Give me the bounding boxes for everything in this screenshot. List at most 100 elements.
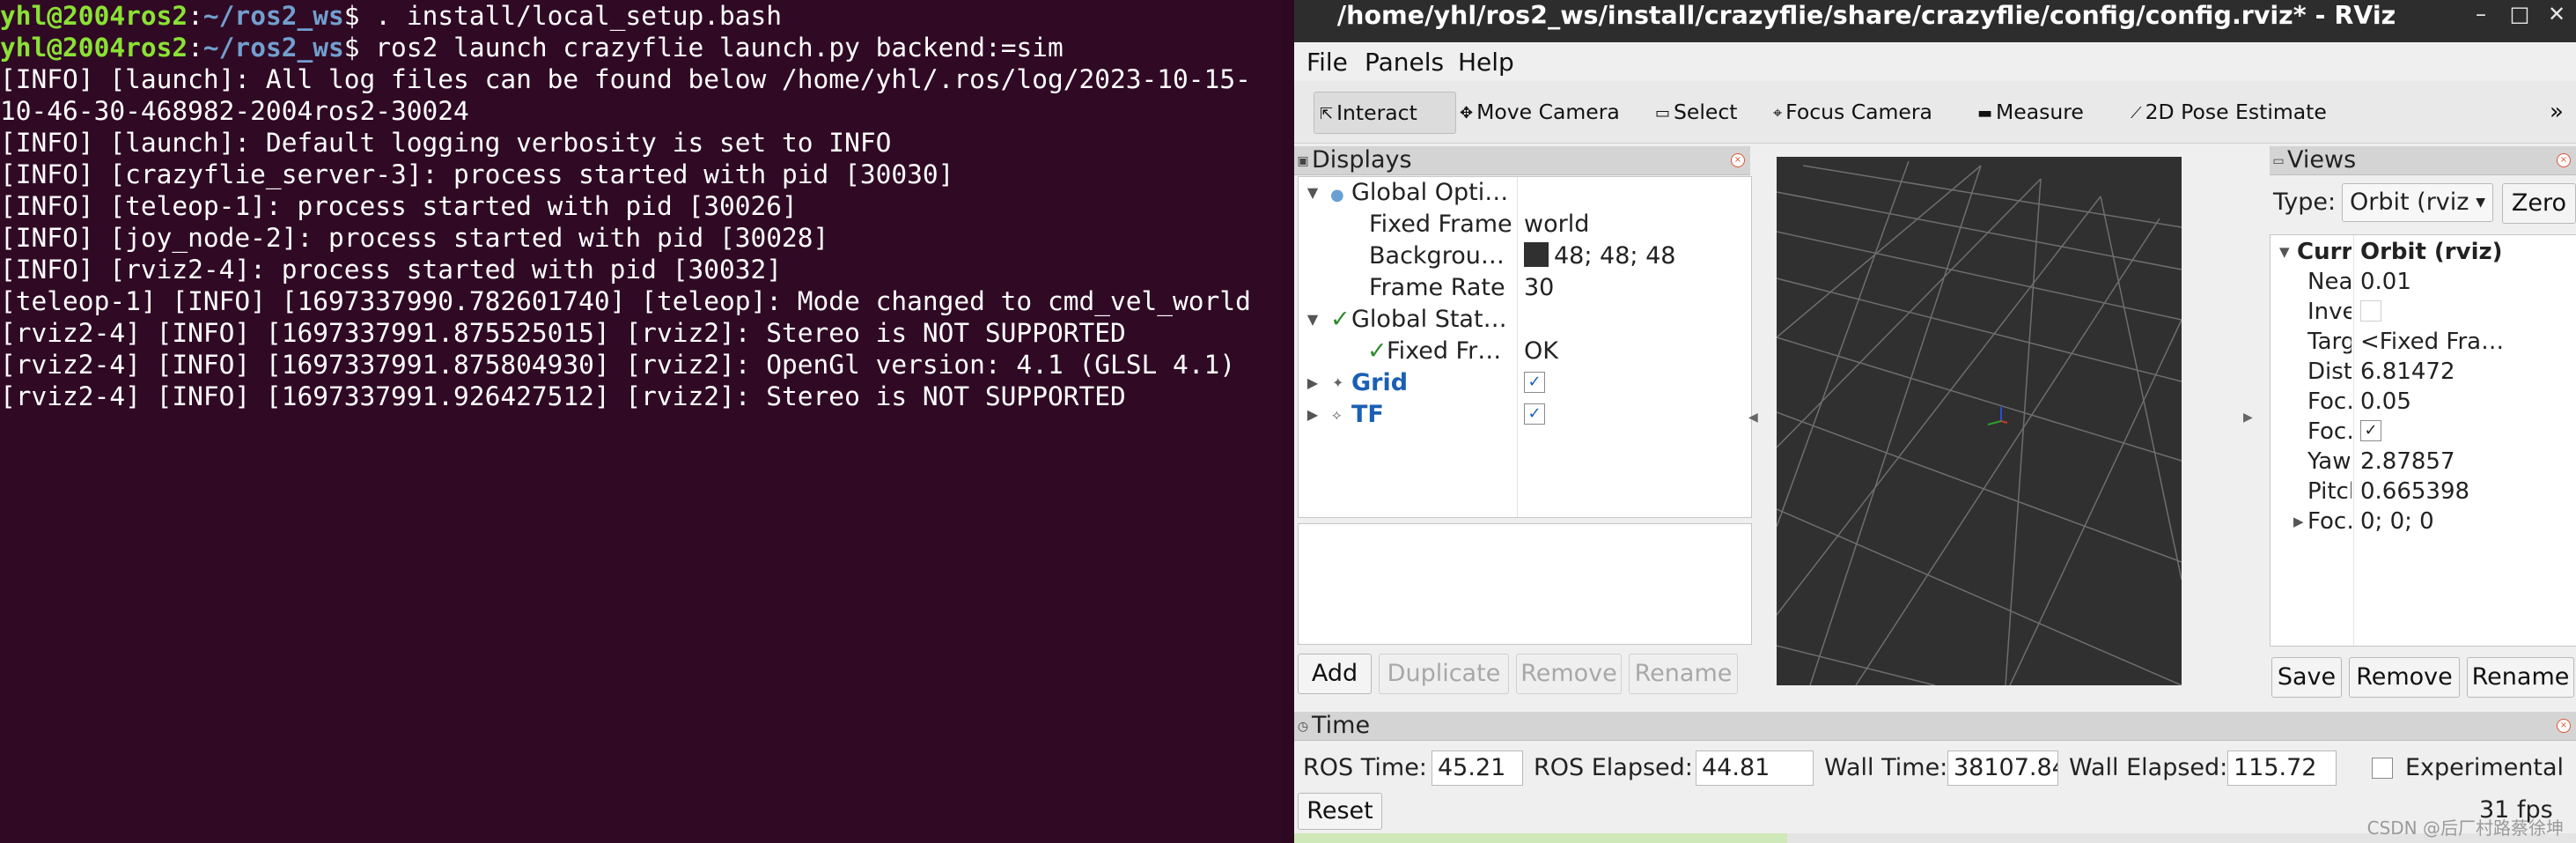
row-label: Targ… xyxy=(2307,329,2352,355)
tree-row-global-status[interactable]: ▼ ✓ Global Stat… xyxy=(1299,304,1751,336)
zero-button[interactable]: Zero xyxy=(2502,183,2576,224)
collapse-right-icon[interactable]: ▶ xyxy=(2243,410,2253,425)
prompt-colon: : xyxy=(188,1,203,31)
displays-title: Displays xyxy=(1312,146,1412,174)
terminal-window[interactable]: yhl@2004ros2:~/ros2_ws$ . install/local_… xyxy=(0,0,1291,843)
terminal-output-line: [INFO] [rviz2-4]: process started with p… xyxy=(0,255,783,285)
experimental-checkbox[interactable] xyxy=(2372,758,2393,779)
tree-row-grid[interactable]: ▶ ✦ Grid ✓ xyxy=(1299,367,1751,399)
toolbar-overflow-icon[interactable]: » xyxy=(2544,92,2569,132)
title-bar[interactable]: /home/yhl/ros2_ws/install/crazyflie/shar… xyxy=(1294,0,2576,42)
ros-elapsed-field[interactable]: 44.81 xyxy=(1696,751,1814,786)
invert-checkbox[interactable] xyxy=(2360,297,2575,327)
minimize-icon[interactable]: – xyxy=(2463,0,2499,32)
focus-camera-icon: ⌖ xyxy=(1773,103,1783,122)
tree-row-global-options[interactable]: ▼ ● Global Opti… xyxy=(1299,177,1751,209)
tool-label: 2D Pose Estimate xyxy=(2145,100,2327,124)
add-button[interactable]: Add xyxy=(1298,654,1372,694)
tool-2d-pose-estimate[interactable]: ⟋ 2D Pose Estimate xyxy=(2125,92,2332,132)
wall-time-field[interactable]: 38107.84 xyxy=(1947,751,2058,786)
row-value[interactable]: world xyxy=(1524,209,1589,240)
expand-down-icon[interactable]: ▼ xyxy=(2279,237,2290,267)
row-label: Global Opti… xyxy=(1351,179,1509,206)
row-value[interactable]: 0.01 xyxy=(2360,267,2575,297)
collapse-left-icon[interactable]: ◀ xyxy=(1748,410,1758,425)
time-panel-header[interactable]: ◷ Time × xyxy=(1294,712,2576,741)
view-row-invert[interactable]: Inve… xyxy=(2271,297,2576,327)
prompt-path: ~/ros2_ws xyxy=(202,33,344,63)
view-row-near-clip[interactable]: Nea… 0.01 xyxy=(2271,267,2576,297)
tool-measure[interactable]: ▬ Measure xyxy=(1972,92,2089,132)
row-value[interactable]: 6.81472 xyxy=(2360,357,2575,387)
view-row-pitch[interactable]: Pitch 0.665398 xyxy=(2271,477,2576,507)
grid-enabled-checkbox[interactable]: ✓ xyxy=(1524,367,1545,399)
tool-label: Focus Camera xyxy=(1785,100,1932,124)
prompt-colon: : xyxy=(188,33,203,63)
tf-enabled-checkbox[interactable]: ✓ xyxy=(1524,399,1545,431)
close-icon[interactable]: × xyxy=(1731,153,1745,167)
reset-button[interactable]: Reset xyxy=(1298,793,1382,830)
menu-bar: File Panels Help xyxy=(1294,44,2576,81)
view-row-target-frame[interactable]: Targ… <Fixed Fra… xyxy=(2271,327,2576,357)
prompt-user-host: yhl@2004ros2 xyxy=(0,33,188,63)
view-row-focal-shape-fixed[interactable]: Foc… ✓ xyxy=(2271,417,2576,447)
row-label: Yaw xyxy=(2307,448,2352,475)
ros-time-field[interactable]: 45.21 xyxy=(1432,751,1523,786)
tool-move-camera[interactable]: ✥ Move Camera xyxy=(1454,92,1625,132)
view-type-select[interactable]: Orbit (rviz ▼ xyxy=(2342,183,2493,222)
row-value[interactable]: 0.665398 xyxy=(2360,477,2575,507)
remove-button[interactable]: Remove xyxy=(1516,654,1622,694)
tree-row-fixed-frame[interactable]: Fixed Frame world xyxy=(1299,209,1751,240)
row-value[interactable]: 2.87857 xyxy=(2360,447,2575,477)
row-value[interactable]: 0; 0; 0 xyxy=(2360,507,2575,536)
tree-row-status-fixed-frame[interactable]: ✓ Fixed Fr… OK xyxy=(1299,336,1751,367)
expand-right-icon[interactable]: ▶ xyxy=(1304,367,1321,399)
row-value: Orbit (rviz) xyxy=(2360,239,2503,265)
row-label: Dist… xyxy=(2307,359,2352,385)
view-row-focal-shape-size[interactable]: Foc… 0.05 xyxy=(2271,387,2576,417)
menu-file[interactable]: File xyxy=(1306,44,1348,81)
rename-button[interactable]: Rename xyxy=(1629,654,1738,694)
view-row-yaw[interactable]: Yaw 2.87857 xyxy=(2271,447,2576,477)
rename-view-button[interactable]: Rename xyxy=(2467,657,2574,698)
tree-row-frame-rate[interactable]: Frame Rate 30 xyxy=(1299,272,1751,304)
expand-right-icon[interactable]: ▶ xyxy=(1304,399,1321,431)
row-value[interactable]: 30 xyxy=(1524,272,1554,304)
close-icon[interactable]: × xyxy=(2557,153,2571,167)
terminal-output-line: [teleop-1] [INFO] [1697337990.782601740]… xyxy=(0,286,1251,316)
menu-help[interactable]: Help xyxy=(1458,44,1514,81)
view-row-focal-point[interactable]: ▶ Foc… 0; 0; 0 xyxy=(2271,507,2576,536)
row-value[interactable]: 0.05 xyxy=(2360,387,2575,417)
displays-panel-header[interactable]: ▣ Displays × xyxy=(1294,146,1750,175)
save-view-button[interactable]: Save xyxy=(2271,657,2342,698)
view-row-distance[interactable]: Dist… 6.81472 xyxy=(2271,357,2576,387)
tool-focus-camera[interactable]: ⌖ Focus Camera xyxy=(1768,92,1938,132)
time-title: Time xyxy=(1312,712,1371,739)
tool-select[interactable]: ▭ Select xyxy=(1650,92,1743,132)
maximize-icon[interactable]: □ xyxy=(2502,0,2537,32)
tree-row-tf[interactable]: ▶ ⟡ TF ✓ xyxy=(1299,399,1751,431)
views-panel-header[interactable]: ▭ Views × xyxy=(2270,146,2576,175)
expand-right-icon[interactable]: ▶ xyxy=(2293,507,2304,536)
displays-tree[interactable]: ▼ ● Global Opti… Fixed Frame world Backg… xyxy=(1298,176,1752,518)
tree-row-background[interactable]: Backgrou… 48; 48; 48 xyxy=(1299,240,1751,272)
views-tree[interactable]: ▼ Curren… Orbit (rviz) Nea… 0.01 Inve… T… xyxy=(2270,234,2576,647)
expand-down-icon[interactable]: ▼ xyxy=(1304,177,1321,209)
menu-panels[interactable]: Panels xyxy=(1365,44,1444,81)
y-axis-marker xyxy=(1987,420,2002,425)
render-3d-view[interactable] xyxy=(1777,157,2182,685)
tool-interact[interactable]: ⇱ Interact xyxy=(1314,92,1456,134)
close-icon[interactable]: ✕ xyxy=(2539,0,2574,32)
expand-down-icon[interactable]: ▼ xyxy=(1304,304,1321,336)
background-color-value[interactable]: 48; 48; 48 xyxy=(1524,240,1675,272)
pose-estimate-icon: ⟋ xyxy=(2131,103,2142,122)
remove-view-button[interactable]: Remove xyxy=(2349,657,2460,698)
row-value[interactable]: <Fixed Fra… xyxy=(2360,327,2575,357)
view-row-current[interactable]: ▼ Curren… Orbit (rviz) xyxy=(2271,237,2576,267)
wall-elapsed-field[interactable]: 115.72 xyxy=(2227,751,2337,786)
ros-time-label: ROS Time: xyxy=(1303,754,1427,781)
focal-fixed-checkbox[interactable]: ✓ xyxy=(2360,417,2575,447)
close-icon[interactable]: × xyxy=(2557,719,2571,733)
tool-label: Move Camera xyxy=(1476,100,1620,124)
duplicate-button[interactable]: Duplicate xyxy=(1379,654,1509,694)
